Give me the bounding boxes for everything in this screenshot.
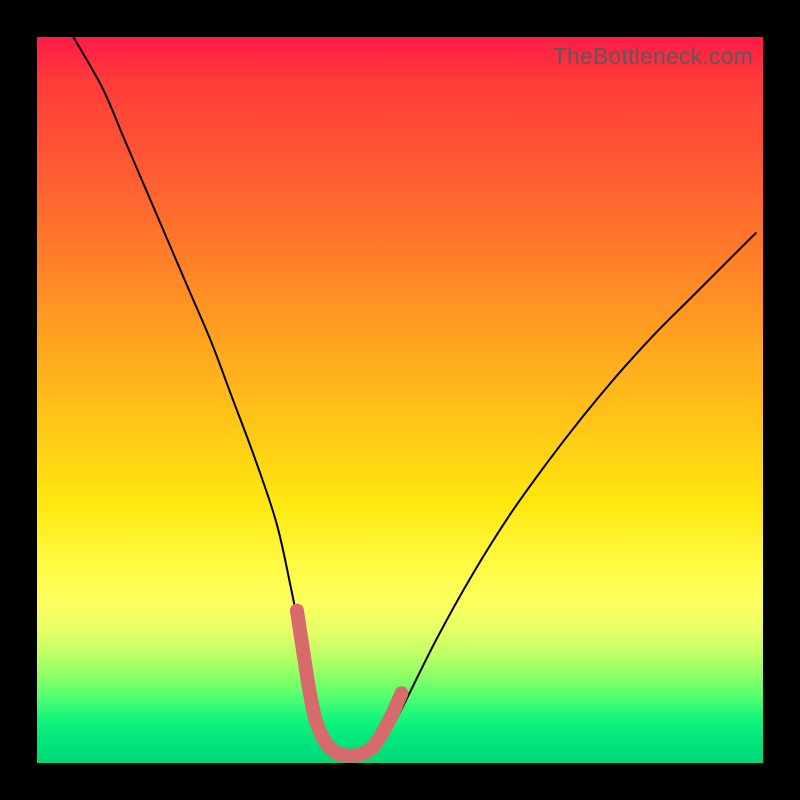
chart-frame: TheBottleneck.com [0,0,800,800]
bottleneck-curve [73,37,755,756]
plot-area: TheBottleneck.com [37,37,763,763]
valley-overlay [297,611,402,756]
curve-svg [37,37,763,763]
